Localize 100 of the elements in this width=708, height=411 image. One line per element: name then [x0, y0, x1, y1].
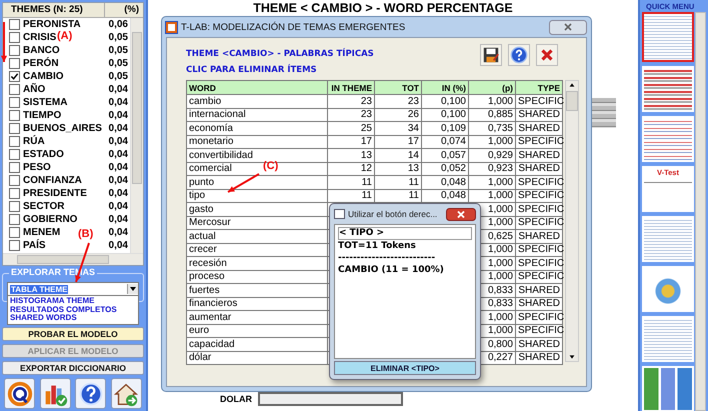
theme-label[interactable]: BANCO	[23, 45, 60, 56]
table-cell[interactable]: 23	[374, 94, 422, 108]
checkbox[interactable]	[9, 136, 20, 147]
scroll-down-icon[interactable]	[568, 353, 576, 361]
table-cell[interactable]: gasto	[186, 202, 328, 216]
table-cell[interactable]: 13	[328, 148, 374, 162]
close-button[interactable]	[446, 208, 476, 220]
scroll-up-icon[interactable]	[568, 81, 576, 89]
table-cell[interactable]: 34	[374, 122, 422, 135]
theme-label[interactable]: GOBIERNO	[23, 214, 78, 225]
column-header[interactable]: TYPE	[516, 80, 562, 94]
theme-label[interactable]: TIEMPO	[23, 110, 62, 121]
table-cell[interactable]: 17	[328, 135, 374, 148]
table-cell[interactable]: 0,923	[468, 162, 516, 176]
checkbox[interactable]	[9, 188, 20, 199]
scrollbar[interactable]	[565, 80, 579, 362]
table-cell[interactable]: 1,000	[468, 176, 516, 189]
column-header[interactable]: TOT	[374, 80, 422, 94]
table-cell[interactable]: 12	[328, 162, 374, 176]
table-cell[interactable]: 11	[328, 176, 374, 189]
table-cell[interactable]: SPECIFIC	[516, 310, 562, 324]
checkbox[interactable]	[9, 71, 20, 82]
theme-label[interactable]: AÑO	[23, 84, 46, 95]
checkbox[interactable]	[9, 201, 20, 212]
table-cell[interactable]: recesión	[186, 256, 328, 270]
table-cell[interactable]: SHARED	[516, 351, 562, 364]
panel-button[interactable]: PROBAR EL MODELO	[2, 327, 144, 341]
table-cell[interactable]: 0,100	[422, 94, 468, 108]
page-thumbnail[interactable]	[642, 12, 694, 62]
table-cell[interactable]: 11	[374, 189, 422, 202]
checkbox[interactable]	[9, 214, 20, 225]
table-cell[interactable]: 0,109	[422, 122, 468, 135]
table-cell[interactable]: 0,048	[422, 189, 468, 202]
table-cell[interactable]: SPECIFIC	[516, 94, 562, 108]
table-cell[interactable]: 0,100	[422, 108, 468, 122]
dropdown-option[interactable]: HISTOGRAMA THEME	[10, 297, 136, 306]
checkbox[interactable]	[9, 97, 20, 108]
theme-label[interactable]: CONFIANZA	[23, 175, 82, 186]
table-cell[interactable]: 0,885	[468, 108, 516, 122]
table-cell[interactable]: SHARED	[516, 297, 562, 310]
table-cell[interactable]: 1,000	[468, 135, 516, 148]
theme-label[interactable]: PRESIDENTE	[23, 188, 87, 199]
table-cell[interactable]: 0,929	[468, 148, 516, 162]
theme-label[interactable]: MENEM	[23, 227, 60, 238]
table-cell[interactable]: 1,000	[468, 189, 516, 202]
column-header[interactable]: WORD	[186, 80, 328, 94]
checkbox[interactable]	[9, 110, 20, 121]
table-cell[interactable]: 0,052	[422, 162, 468, 176]
table-cell[interactable]: economía	[186, 122, 328, 135]
checkbox[interactable]	[9, 58, 20, 69]
scrollbar[interactable]	[695, 12, 706, 411]
panel-button[interactable]: EXPORTAR DICCIONARIO	[2, 361, 144, 375]
table-cell[interactable]: tipo	[186, 189, 328, 202]
delete-button[interactable]: ELIMINAR <TIPO>	[334, 361, 476, 375]
ring-logo-icon[interactable]	[4, 378, 35, 409]
table-cell[interactable]: cambio	[186, 94, 328, 108]
table-cell[interactable]: crecer	[186, 243, 328, 256]
theme-label[interactable]: PAÍS	[23, 240, 46, 251]
table-cell[interactable]: 13	[374, 162, 422, 176]
table-cell[interactable]: SPECIFIC	[516, 216, 562, 230]
theme-label[interactable]: SECTOR	[23, 201, 64, 212]
dropdown-option[interactable]: RESULTADOS COMPLETOS	[10, 306, 136, 314]
checkbox[interactable]	[9, 45, 20, 56]
checkbox[interactable]	[9, 149, 20, 160]
table-cell[interactable]: dólar	[186, 351, 328, 364]
table-cell[interactable]: 14	[374, 148, 422, 162]
table-cell[interactable]: convertibilidad	[186, 148, 328, 162]
column-header[interactable]: (p)	[468, 80, 516, 94]
table-cell[interactable]: SHARED	[516, 148, 562, 162]
theme-label[interactable]: CRISIS	[23, 32, 56, 43]
table-cell[interactable]: fuertes	[186, 284, 328, 297]
chart-check-icon[interactable]	[40, 378, 71, 409]
scrollbar[interactable]	[130, 18, 143, 253]
table-cell[interactable]: SPECIFIC	[516, 189, 562, 202]
checkbox[interactable]	[9, 123, 20, 134]
checkbox[interactable]	[9, 175, 20, 186]
table-cell[interactable]: 25	[328, 122, 374, 135]
table-cell[interactable]: 23	[328, 108, 374, 122]
column-header[interactable]: IN (%)	[422, 80, 468, 94]
close-icon[interactable]	[536, 44, 558, 66]
column-header[interactable]: IN THEME	[328, 80, 374, 94]
table-cell[interactable]: 17	[374, 135, 422, 148]
table-cell[interactable]: actual	[186, 230, 328, 243]
table-cell[interactable]: 11	[374, 176, 422, 189]
table-cell[interactable]: euro	[186, 324, 328, 338]
table-cell[interactable]: Mercosur	[186, 216, 328, 230]
table-cell[interactable]: 0,735	[468, 122, 516, 135]
checkbox[interactable]	[9, 84, 20, 95]
theme-label[interactable]: RÚA	[23, 136, 45, 147]
table-cell[interactable]: 1,000	[468, 94, 516, 108]
table-cell[interactable]: SHARED	[516, 122, 562, 135]
table-cell[interactable]: SHARED	[516, 284, 562, 297]
close-button[interactable]	[549, 20, 587, 34]
theme-label[interactable]: PERONISTA	[23, 19, 81, 30]
table-cell[interactable]: SPECIFIC	[516, 243, 562, 256]
table-cell[interactable]: punto	[186, 176, 328, 189]
table-cell[interactable]: SPECIFIC	[516, 256, 562, 270]
table-cell[interactable]: SHARED	[516, 338, 562, 351]
theme-label[interactable]: CAMBIO	[23, 71, 64, 82]
table-cell[interactable]: capacidad	[186, 338, 328, 351]
